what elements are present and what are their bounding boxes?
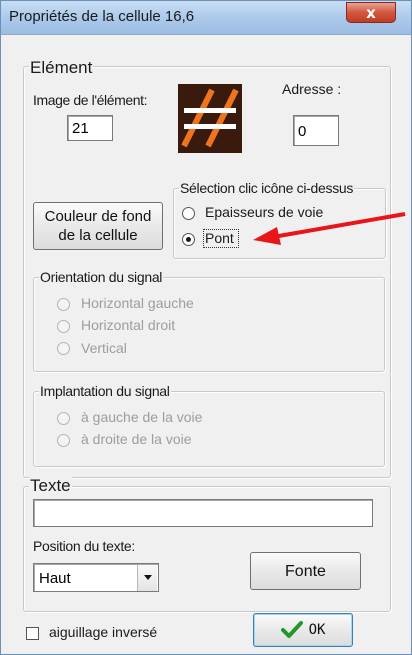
image-label: Image de l'élément: bbox=[33, 92, 148, 108]
title-bar[interactable]: Propriétés de la cellule 16,6 x bbox=[1, 1, 411, 35]
bridge-track-icon bbox=[178, 84, 242, 153]
radio-horizontal-left-label[interactable]: Horizontal gauche bbox=[81, 295, 194, 311]
radio-horizontal-right-label[interactable]: Horizontal droit bbox=[81, 317, 175, 333]
inverted-switch-checkbox[interactable] bbox=[26, 627, 39, 640]
text-position-label: Position du texte: bbox=[33, 538, 135, 554]
orientation-group-legend: Orientation du signal bbox=[39, 269, 164, 285]
background-color-button-label: Couleur de fond de la cellule bbox=[44, 208, 152, 244]
checkmark-icon bbox=[280, 621, 303, 638]
text-input[interactable] bbox=[33, 499, 373, 527]
radio-horizontal-left[interactable] bbox=[57, 298, 70, 311]
address-input[interactable]: 0 bbox=[293, 115, 339, 146]
inverted-switch-label[interactable]: aiguillage inversé bbox=[49, 624, 157, 640]
radio-bridge[interactable] bbox=[182, 233, 195, 246]
selection-group-legend: Sélection clic icône ci-dessus bbox=[179, 180, 355, 196]
radio-horizontal-right[interactable] bbox=[57, 320, 70, 333]
font-button[interactable]: Fonte bbox=[250, 552, 361, 590]
font-button-label: Fonte bbox=[285, 562, 326, 580]
text-position-value: Haut bbox=[39, 570, 71, 587]
radio-left-of-track-label[interactable]: à gauche de la voie bbox=[81, 409, 202, 425]
dropdown-button[interactable] bbox=[137, 565, 157, 591]
properties-dialog: Propriétés de la cellule 16,6 x Elément … bbox=[0, 0, 412, 655]
radio-right-of-track[interactable] bbox=[57, 434, 70, 447]
element-group-legend: Elément bbox=[29, 58, 94, 78]
radio-left-of-track[interactable] bbox=[57, 412, 70, 425]
close-button[interactable]: x bbox=[346, 2, 396, 23]
ok-button-label: OK bbox=[308, 621, 326, 638]
red-arrow-icon bbox=[253, 212, 406, 245]
radio-track-thickness[interactable] bbox=[182, 207, 195, 220]
implantation-group-legend: Implantation du signal bbox=[39, 383, 171, 399]
close-icon: x bbox=[366, 3, 376, 22]
text-group-legend: Texte bbox=[29, 476, 72, 496]
focus-indicator bbox=[203, 229, 239, 248]
dialog-body: Elément Image de l'élément: 21 Adresse :… bbox=[9, 36, 406, 648]
image-number-input[interactable]: 21 bbox=[67, 115, 113, 141]
address-label: Adresse : bbox=[282, 81, 342, 97]
text-position-select[interactable]: Haut bbox=[33, 563, 159, 592]
radio-right-of-track-label[interactable]: à droite de la voie bbox=[81, 431, 192, 447]
implantation-group bbox=[33, 391, 385, 467]
ok-button[interactable]: OK bbox=[253, 613, 353, 647]
background-color-button[interactable]: Couleur de fond de la cellule bbox=[33, 202, 163, 250]
radio-selected-dot bbox=[186, 237, 191, 242]
radio-vertical-label[interactable]: Vertical bbox=[81, 340, 127, 356]
chevron-down-icon bbox=[143, 575, 152, 580]
element-icon-preview[interactable] bbox=[178, 84, 242, 153]
radio-vertical[interactable] bbox=[57, 342, 70, 355]
window-title: Propriétés de la cellule 16,6 bbox=[9, 8, 195, 25]
